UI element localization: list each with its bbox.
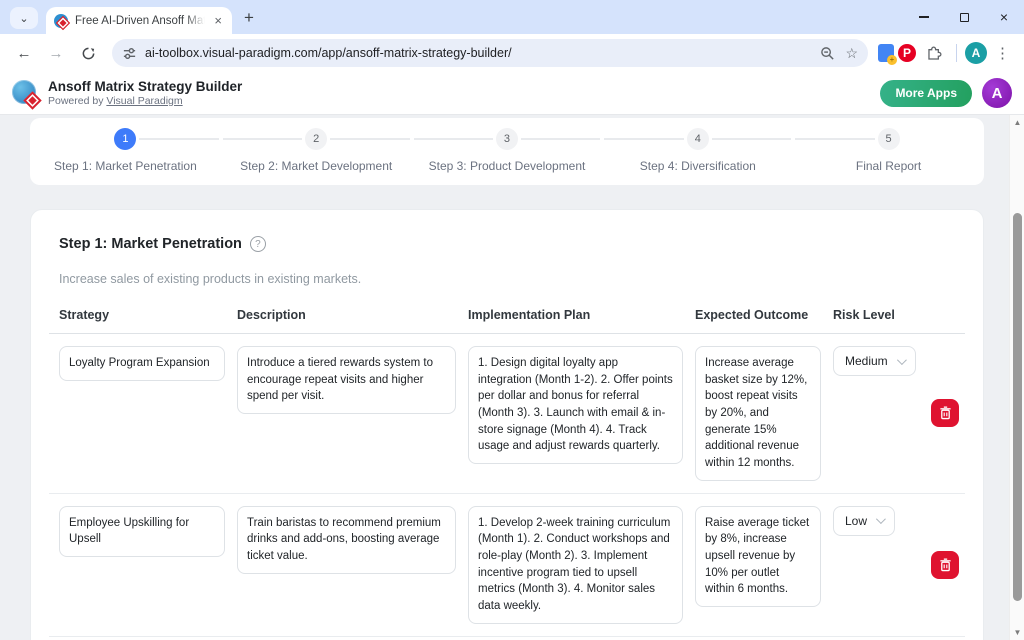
- user-avatar[interactable]: A: [982, 78, 1012, 108]
- visual-paradigm-link[interactable]: Visual Paradigm: [106, 95, 182, 107]
- back-button[interactable]: ←: [10, 39, 38, 67]
- browser-toolbar: ← → ai-toolbox.visual-paradigm.com/app/a…: [0, 34, 1024, 72]
- scrollbar-up-arrow-icon[interactable]: ▲: [1010, 118, 1024, 127]
- pinterest-extension-icon[interactable]: P: [898, 44, 916, 62]
- scrollbar-down-arrow-icon[interactable]: ▼: [1010, 628, 1024, 637]
- trash-icon: [939, 558, 952, 572]
- powered-by: Powered by Visual Paradigm: [48, 95, 242, 107]
- close-icon: ×: [1000, 10, 1008, 24]
- chevron-down-icon: [876, 514, 886, 524]
- risk-level-value: Medium: [845, 354, 888, 368]
- step-label: Step 3: Product Development: [429, 159, 586, 173]
- step-label: Step 1: Market Penetration: [54, 159, 197, 173]
- step-label: Step 2: Market Development: [240, 159, 392, 173]
- minimize-icon: [919, 16, 929, 17]
- strategy-input[interactable]: Loyalty Program Expansion: [59, 346, 225, 381]
- visual-paradigm-logo-icon: [12, 80, 39, 107]
- browser-tab[interactable]: Free AI-Driven Ansoff Matrix Str ×: [46, 7, 232, 34]
- app-header: Ansoff Matrix Strategy Builder Powered b…: [0, 72, 1024, 115]
- chevron-down-icon: [897, 355, 907, 365]
- more-apps-button[interactable]: More Apps: [880, 80, 972, 107]
- help-icon[interactable]: ?: [250, 236, 266, 252]
- column-header-outcome: Expected Outcome: [695, 308, 833, 322]
- page-scrollbar[interactable]: ▲ ▼: [1009, 115, 1024, 640]
- table-row: Loyalty Program Expansion Introduce a ti…: [49, 334, 965, 494]
- step-label: Step 4: Diversification: [640, 159, 756, 173]
- table-row: Employee Upskilling for Upsell Train bar…: [49, 494, 965, 637]
- stepper-step-4[interactable]: 4 Step 4: Diversification: [602, 128, 793, 173]
- outcome-input[interactable]: Increase average basket size by 12%, boo…: [695, 346, 821, 481]
- forward-button[interactable]: →: [42, 39, 70, 67]
- risk-level-select[interactable]: Medium: [833, 346, 916, 376]
- stepper-step-2[interactable]: 2 Step 2: Market Development: [221, 128, 412, 173]
- section-title: Step 1: Market Penetration: [59, 236, 242, 252]
- column-header-implementation: Implementation Plan: [468, 308, 695, 322]
- step-circle: 5: [878, 128, 900, 150]
- browser-menu-kebab-icon[interactable]: ⋮: [991, 44, 1014, 62]
- stepper-step-1[interactable]: 1 Step 1: Market Penetration: [30, 128, 221, 173]
- stepper-card: 1 Step 1: Market Penetration 2 Step 2: M…: [30, 118, 984, 185]
- step-circle: 4: [687, 128, 709, 150]
- step-circle: 3: [496, 128, 518, 150]
- column-header-risk: Risk Level: [833, 308, 931, 322]
- step1-card: Step 1: Market Penetration ? Increase sa…: [30, 209, 984, 640]
- table-header-row: Strategy Description Implementation Plan…: [49, 308, 965, 334]
- browser-titlebar: ⌄ Free AI-Driven Ansoff Matrix Str × + ×: [0, 0, 1024, 34]
- new-tab-button[interactable]: +: [244, 9, 254, 26]
- step-circle: 1: [114, 128, 136, 150]
- description-input[interactable]: Introduce a tiered rewards system to enc…: [237, 346, 456, 414]
- extension-blue-icon[interactable]: [878, 44, 894, 62]
- window-minimize-button[interactable]: [904, 0, 944, 34]
- tab-title: Free AI-Driven Ansoff Matrix Str: [75, 15, 205, 27]
- stepper-step-5[interactable]: 5 Final Report: [793, 128, 984, 173]
- stepper: 1 Step 1: Market Penetration 2 Step 2: M…: [30, 128, 984, 173]
- risk-level-select[interactable]: Low: [833, 506, 895, 536]
- delete-row-button[interactable]: [931, 399, 959, 427]
- column-header-description: Description: [237, 308, 468, 322]
- reload-icon: [81, 46, 96, 61]
- window-close-button[interactable]: ×: [984, 0, 1024, 34]
- zoom-icon[interactable]: [820, 46, 835, 61]
- reload-button[interactable]: [74, 39, 102, 67]
- extensions-puzzle-button[interactable]: [920, 39, 948, 67]
- step-circle: 2: [305, 128, 327, 150]
- delete-row-button[interactable]: [931, 551, 959, 579]
- tab-favicon-icon: [54, 14, 68, 28]
- section-subtitle: Increase sales of existing products in e…: [59, 272, 965, 286]
- window-maximize-button[interactable]: [944, 0, 984, 34]
- site-settings-icon[interactable]: [122, 46, 137, 61]
- column-header-strategy: Strategy: [59, 308, 237, 322]
- puzzle-icon: [926, 45, 943, 62]
- risk-level-value: Low: [845, 514, 867, 528]
- implementation-input[interactable]: 1. Design digital loyalty app integratio…: [468, 346, 683, 464]
- toolbar-separator: [956, 44, 957, 62]
- trash-icon: [939, 406, 952, 420]
- implementation-input[interactable]: 1. Develop 2-week training curriculum (M…: [468, 506, 683, 624]
- bookmark-star-icon[interactable]: ☆: [845, 45, 858, 62]
- browser-profile-avatar[interactable]: A: [965, 42, 987, 64]
- url-text: ai-toolbox.visual-paradigm.com/app/ansof…: [145, 46, 812, 60]
- url-bar[interactable]: ai-toolbox.visual-paradigm.com/app/ansof…: [112, 39, 868, 67]
- app-title: Ansoff Matrix Strategy Builder: [48, 79, 242, 95]
- step-label: Final Report: [856, 159, 921, 173]
- strategy-input[interactable]: Employee Upskilling for Upsell: [59, 506, 225, 557]
- powered-by-prefix: Powered by: [48, 95, 106, 107]
- tab-search-chevron-icon[interactable]: ⌄: [10, 7, 38, 29]
- outcome-input[interactable]: Raise average ticket by 8%, increase ups…: [695, 506, 821, 607]
- scrollbar-thumb[interactable]: [1013, 213, 1022, 601]
- window-controls: ×: [904, 0, 1024, 34]
- description-input[interactable]: Train baristas to recommend premium drin…: [237, 506, 456, 574]
- page-content: 1 Step 1: Market Penetration 2 Step 2: M…: [0, 115, 1024, 640]
- maximize-icon: [960, 13, 969, 22]
- tab-close-icon[interactable]: ×: [212, 13, 224, 28]
- stepper-step-3[interactable]: 3 Step 3: Product Development: [412, 128, 603, 173]
